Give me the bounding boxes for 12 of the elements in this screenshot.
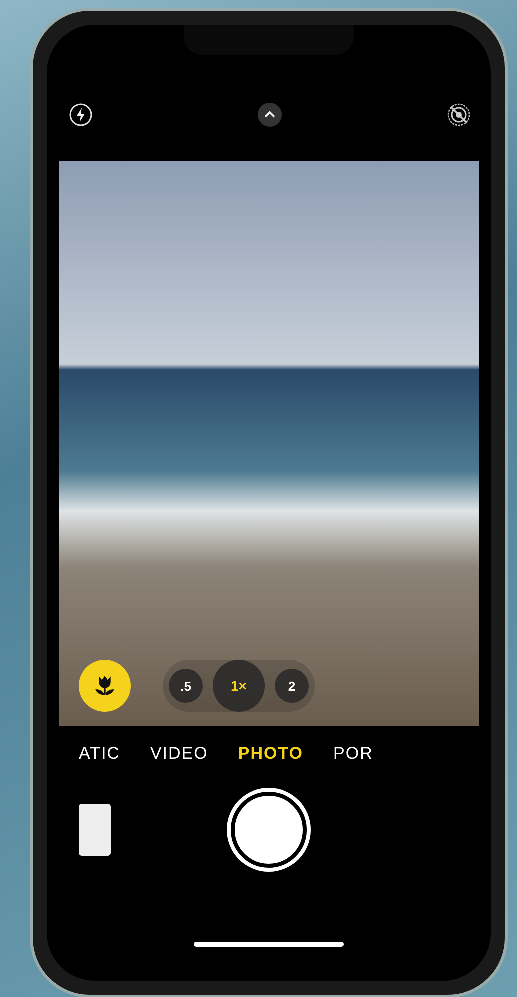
- live-photo-off-icon[interactable]: [447, 103, 471, 127]
- mode-tab[interactable]: PHOTO: [238, 744, 304, 764]
- flash-icon[interactable]: [69, 103, 93, 127]
- chevron-up-icon[interactable]: [258, 103, 282, 127]
- zoom-button[interactable]: 1×: [213, 660, 265, 712]
- mode-tab[interactable]: ATIC: [79, 744, 120, 764]
- macro-toggle[interactable]: [79, 660, 131, 712]
- mode-tab[interactable]: POR: [334, 744, 374, 764]
- zoom-button[interactable]: .5: [169, 669, 203, 703]
- zoom-button[interactable]: 2: [275, 669, 309, 703]
- thumbnail-photo[interactable]: [79, 804, 111, 856]
- mode-tab[interactable]: VIDEO: [150, 744, 208, 764]
